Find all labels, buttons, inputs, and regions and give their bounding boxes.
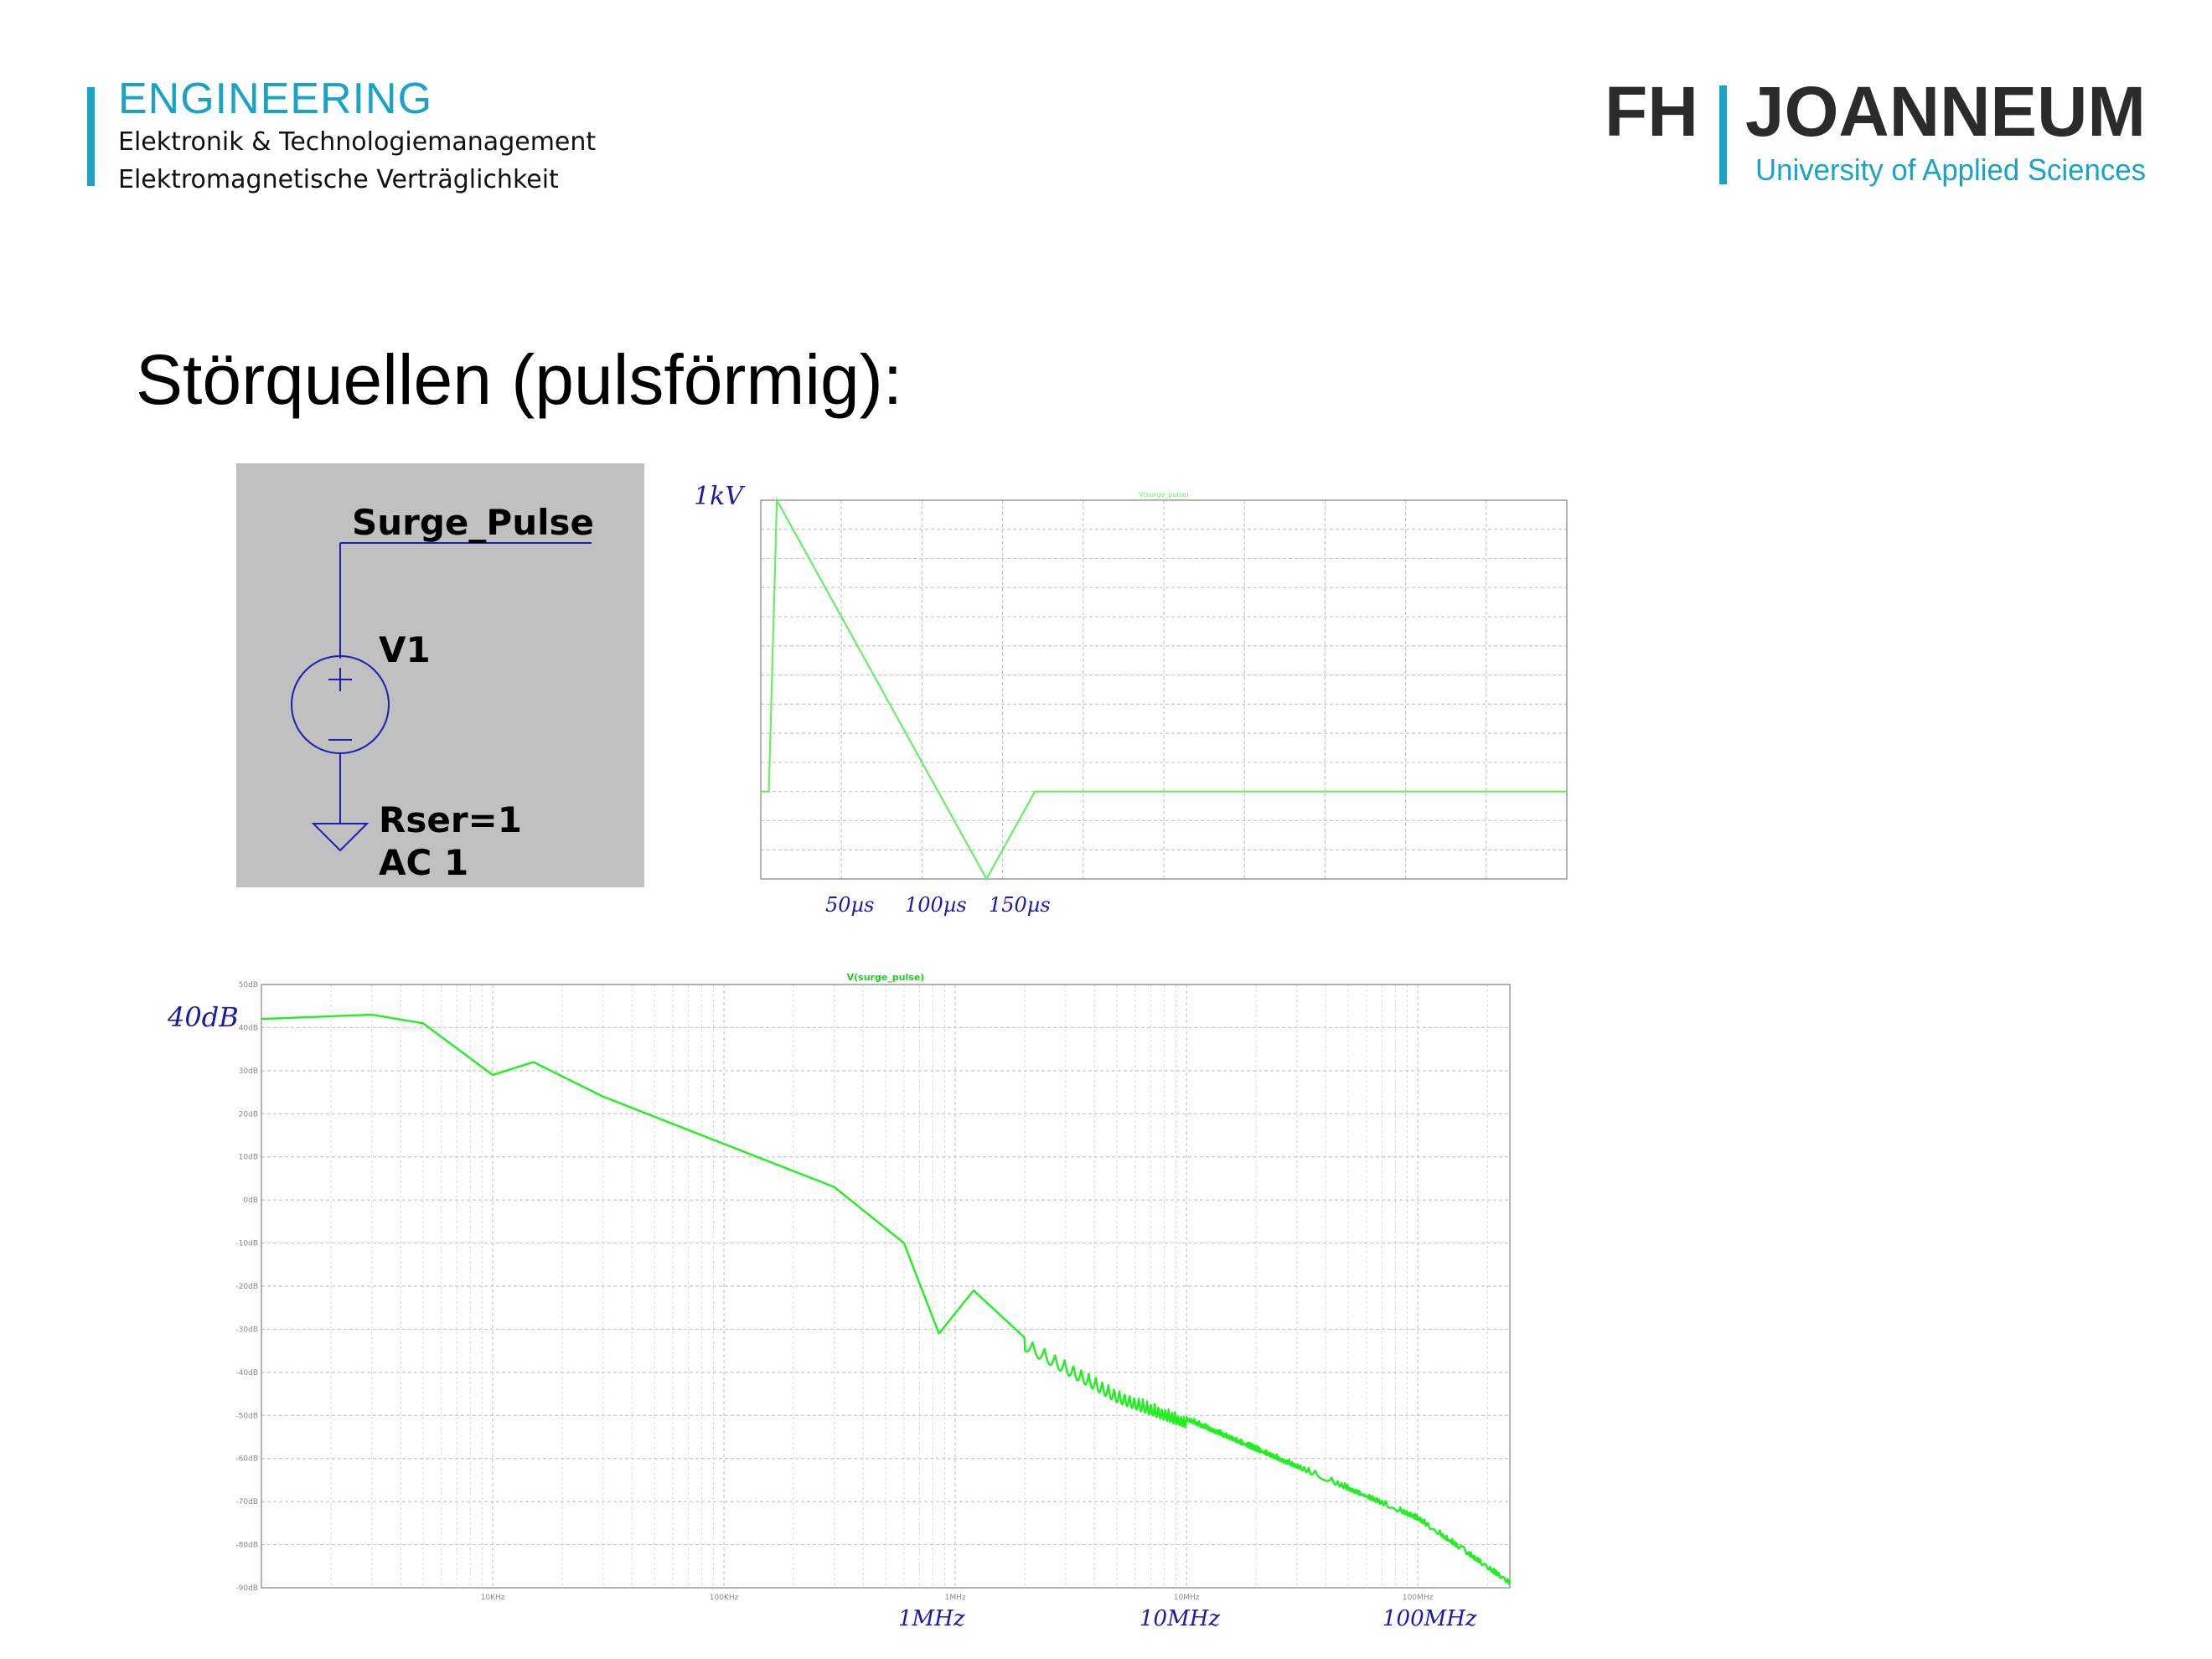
frequency-x-tick-label: 100MHz <box>1403 1594 1434 1602</box>
transient-plot-title: V(surge_pulse) <box>1139 491 1189 499</box>
annotation-40db: 40dB <box>167 1001 239 1033</box>
annotation-150us: 150µs <box>989 893 1051 917</box>
header-accent-bar <box>87 87 95 186</box>
frequency-plot: V(surge_pulse) 50dB 40dB 30dB 20dB 10dB 0dB -1… <box>167 972 1512 1631</box>
frequency-y-tick-label: -50dB <box>235 1412 258 1420</box>
fh-joanneum-logo: FH JOANNEUM University of Applied Scienc… <box>1605 75 2146 187</box>
transient-plot: V(surge_pulse) 1kV 50µs 100µs 150µs <box>694 482 1568 917</box>
logo-tagline: University of Applied Sciences <box>1755 152 2146 187</box>
frequency-x-tick-label: 10MHz <box>1174 1594 1200 1602</box>
header-line-1: Elektronik & Technologiemanagement <box>118 127 597 157</box>
frequency-x-tick-label: 100KHz <box>710 1594 739 1602</box>
frequency-y-tick-label: 0dB <box>243 1196 258 1205</box>
annotation-50us: 50µs <box>825 893 874 917</box>
annotation-1mhz: 1MHz <box>898 1606 965 1631</box>
frequency-y-tick-label: -90dB <box>235 1584 258 1593</box>
frequency-y-tick-label: 30dB <box>239 1067 258 1076</box>
annotation-1kv: 1kV <box>694 482 746 511</box>
annotation-100mhz: 100MHz <box>1382 1606 1477 1631</box>
ground-icon <box>311 823 370 852</box>
frequency-y-tick-label: 50dB <box>239 981 258 990</box>
header-engineering: ENGINEERING <box>118 75 433 123</box>
frequency-y-tick-label: -80dB <box>235 1542 258 1550</box>
frequency-plot-title: V(surge_pulse) <box>847 972 925 983</box>
frequency-y-tick-label: -60dB <box>235 1455 258 1464</box>
annotation-10mhz: 10MHz <box>1140 1606 1220 1631</box>
logo-divider <box>1719 85 1727 184</box>
frequency-x-tick-label: 1MHz <box>945 1594 966 1602</box>
schematic-panel: Surge_Pulse V1 Rser=1 AC 1 <box>236 463 644 887</box>
frequency-y-tick-label: -20dB <box>235 1283 258 1291</box>
annotation-100us: 100µs <box>905 893 967 917</box>
header-line-2: Elektromagnetische Verträglichkeit <box>118 165 559 194</box>
ac-label: AC 1 <box>379 842 468 883</box>
frequency-y-tick-label: -40dB <box>235 1369 258 1377</box>
frequency-y-tick-label: -70dB <box>235 1498 258 1507</box>
frequency-y-tick-label: 20dB <box>239 1110 258 1119</box>
source-name: V1 <box>379 629 431 670</box>
frequency-x-tick-label: 10KHz <box>481 1594 505 1602</box>
rser-label: Rser=1 <box>379 799 522 840</box>
slide-title: Störquellen (pulsförmig): <box>136 340 903 419</box>
logo-joanneum: JOANNEUM <box>1745 75 2146 151</box>
frequency-y-tick-label: -30dB <box>235 1326 258 1334</box>
frequency-y-tick-label: 40dB <box>239 1024 258 1032</box>
logo-fh: FH <box>1605 75 1698 151</box>
net-label: Surge_Pulse <box>352 502 594 543</box>
frequency-y-tick-label: 10dB <box>239 1154 258 1162</box>
frequency-y-tick-label: -10dB <box>235 1240 258 1248</box>
